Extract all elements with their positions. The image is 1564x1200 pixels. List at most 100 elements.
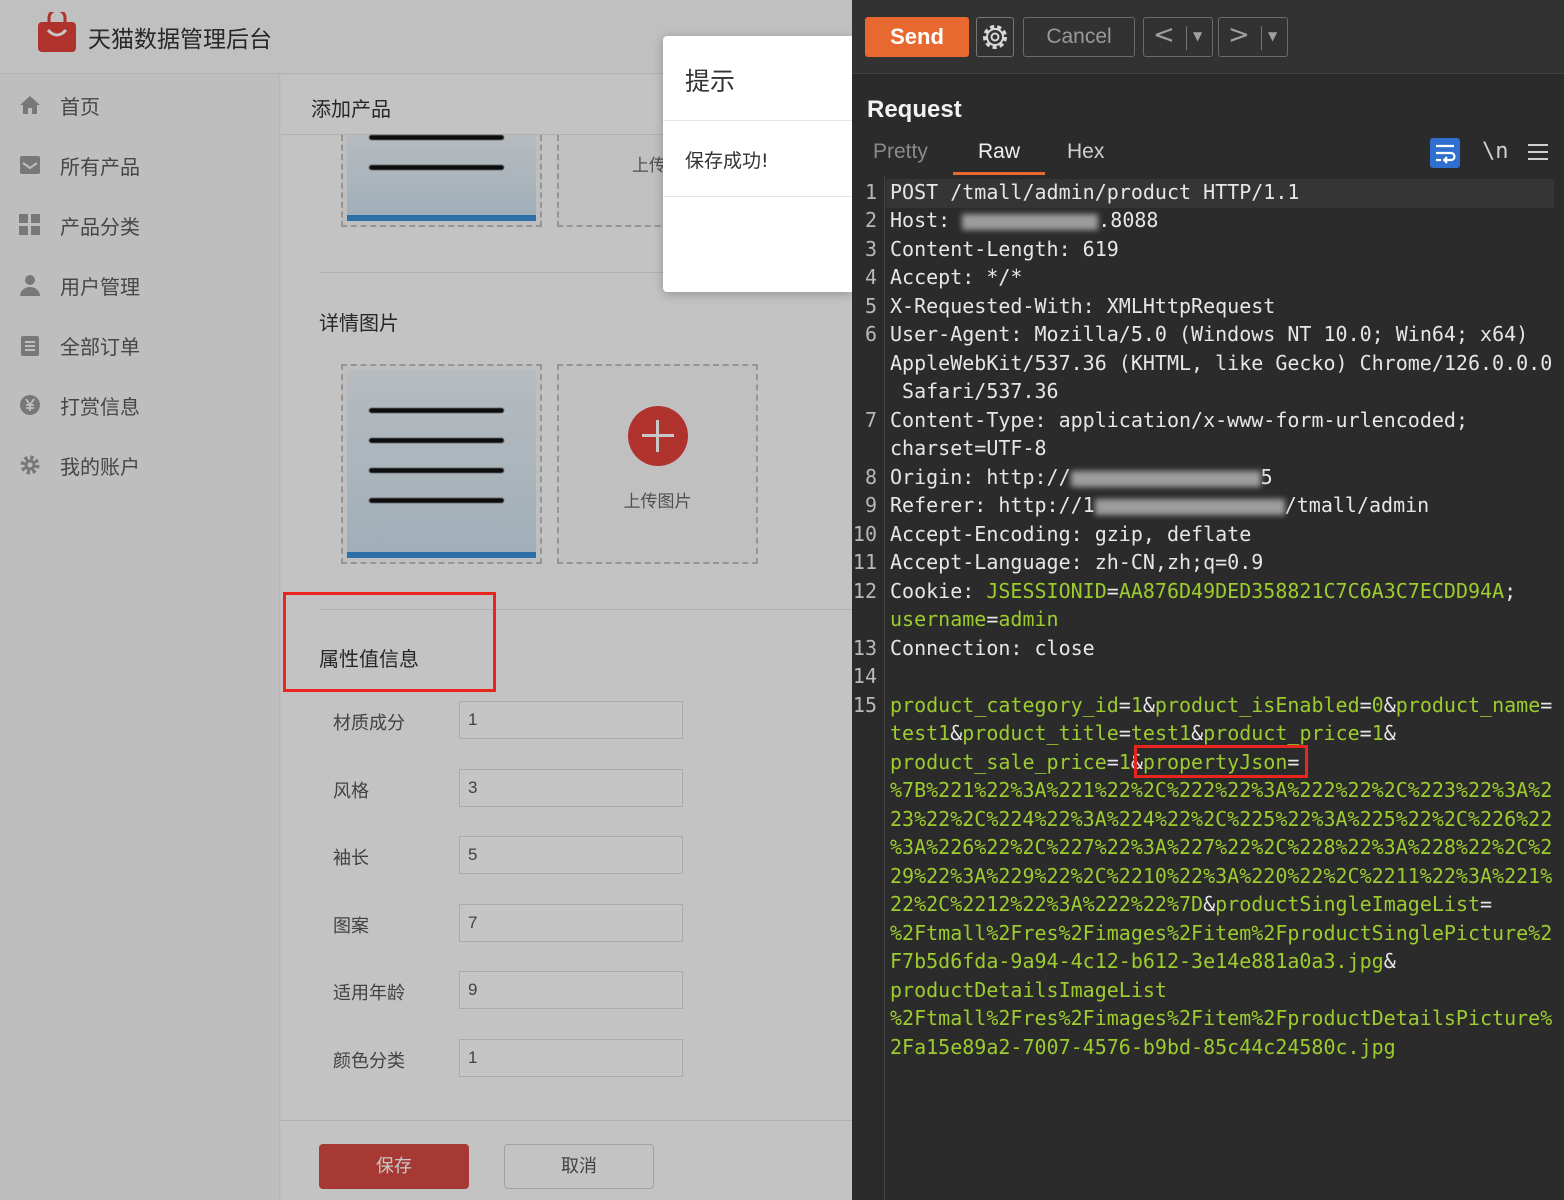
header-value: http:// — [986, 465, 1071, 489]
param-value: 1 — [1371, 721, 1384, 745]
param-name: product_name — [1395, 693, 1541, 717]
header-key: Content-Length — [890, 237, 1059, 261]
param-value: 22%2C%2212%22%3A%222%22%7D — [890, 892, 1204, 916]
param-value: test1 — [890, 721, 951, 745]
header-value: http://1 — [998, 493, 1095, 517]
param-name: product_isEnabled — [1154, 693, 1360, 717]
param-value: F7b5d6fda-9a94-4c12-b612-3e14e881a0a3.jp… — [890, 949, 1384, 973]
header-key: Cookie — [890, 579, 963, 603]
param-value: 1 — [1130, 693, 1143, 717]
header-line: X-Requested-With: XMLHttpRequest — [890, 294, 1276, 318]
menu-icon[interactable] — [1528, 141, 1548, 163]
header-key: Connection — [890, 636, 1011, 660]
body-line: 2Fa15e89a2-7007-4576-b9bd-85c44c24580c.j… — [890, 1035, 1396, 1059]
param-value: 1 — [1118, 750, 1131, 774]
request-editor[interactable]: 1 2 3 4 5 6 7 8 9 10 11 12 13 14 15 POST… — [852, 176, 1564, 1200]
param-name: productSingleImageList — [1215, 892, 1481, 916]
body-line: product_category_id=1&product_isEnabled=… — [890, 693, 1553, 717]
header-line-continuation: AppleWebKit/537.36 (KHTML, like Gecko) C… — [890, 351, 1553, 375]
history-back-button[interactable]: < ▼ — [1143, 17, 1213, 57]
body-line: F7b5d6fda-9a94-4c12-b612-3e14e881a0a3.jp… — [890, 949, 1396, 973]
send-button[interactable]: Send — [865, 17, 969, 57]
request-section-title: Request — [867, 96, 962, 123]
param-name: product_price — [1203, 721, 1360, 745]
header-line-cookie: Cookie: JSESSIONID=AA876D49DED358821C7C6… — [890, 579, 1517, 603]
settings-button[interactable] — [976, 17, 1014, 57]
line-number: 4 — [864, 265, 877, 289]
cancel-request-button[interactable]: Cancel — [1023, 17, 1135, 57]
header-value: application/x-www-form-urlencoded; — [1058, 408, 1468, 432]
header-key: Accept — [890, 265, 963, 289]
body-line: 22%2C%2212%22%3A%222%22%7D&productSingle… — [890, 892, 1493, 916]
header-value: XMLHttpRequest — [1106, 294, 1276, 318]
gear-icon — [983, 25, 1007, 49]
line-number: 8 — [864, 465, 877, 489]
redacted-blur — [1070, 470, 1261, 487]
header-line-continuation: username=admin — [890, 607, 1059, 631]
show-newlines-toggle[interactable]: \n — [1482, 139, 1509, 164]
header-line: Content-Length: 619 — [890, 237, 1119, 261]
annotation-highlight-box — [1134, 745, 1308, 778]
tab-pretty[interactable]: Pretty — [873, 140, 928, 164]
param-name: product_sale_price — [890, 750, 1107, 774]
header-key: Accept-Language — [890, 550, 1071, 574]
dialog-divider — [663, 196, 852, 197]
line-number: 11 — [852, 550, 877, 574]
body-line: 23%22%2C%224%22%3A%224%22%2C%225%22%3A%2… — [890, 807, 1553, 831]
header-key: User-Agent — [890, 322, 1011, 346]
param-name: product_title — [962, 721, 1119, 745]
body-line: productDetailsImageList — [890, 978, 1167, 1002]
body-line: 29%22%3A%229%22%2C%2210%22%3A%220%22%2C%… — [890, 864, 1553, 888]
header-value: close — [1034, 636, 1095, 660]
line-number-gutter: 1 2 3 4 5 6 7 8 9 10 11 12 13 14 15 — [852, 176, 885, 1200]
header-line-host: Host: .8088 — [890, 208, 1159, 232]
cookie-value: AA876D49DED358821C7C6A3C7ECDD94A — [1118, 579, 1505, 603]
admin-app: 天猫数据管理后台 首页 所有产品 产品分类 用户管理 全部订单 打赏信息 我的账… — [0, 0, 852, 1200]
line-number: 3 — [864, 237, 877, 261]
header-line: Connection: close — [890, 636, 1095, 660]
line-number: 7 — [864, 408, 877, 432]
body-line: %2Ftmall%2Fres%2Fimages%2Fitem%2Fproduct… — [890, 921, 1553, 945]
header-key: X-Requested-With — [890, 294, 1083, 318]
line-number: 5 — [864, 294, 877, 318]
redacted-blur — [962, 213, 1099, 230]
burp-repeater-panel: Send Cancel < ▼ > ▼ Request Pretty Raw H… — [852, 0, 1564, 1200]
header-value: */* — [986, 265, 1023, 289]
line-number: 9 — [864, 493, 877, 517]
body-line: test1&product_title=test1&product_price=… — [890, 721, 1396, 745]
param-name: product_category_id — [890, 693, 1119, 717]
chevron-left-icon: < — [1153, 20, 1175, 50]
history-forward-button[interactable]: > ▼ — [1218, 17, 1288, 57]
dropdown-arrow-icon[interactable]: ▼ — [1268, 29, 1277, 43]
active-tab-indicator — [953, 172, 1045, 175]
header-key: Origin — [890, 465, 963, 489]
line-number: 14 — [852, 664, 877, 688]
header-value: 5 — [1260, 465, 1273, 489]
header-value: Mozilla/5.0 (Windows NT 10.0; Win64; x64… — [1034, 322, 1529, 346]
tab-raw[interactable]: Raw — [978, 140, 1020, 164]
annotation-highlight-box — [283, 592, 496, 692]
header-line: Accept-Language: zh-CN,zh;q=0.9 — [890, 550, 1264, 574]
line-number: 1 — [864, 180, 877, 204]
tab-hex[interactable]: Hex — [1067, 140, 1104, 164]
dialog-divider — [663, 120, 852, 121]
header-line: Referer: http://1/tmall/admin — [890, 493, 1430, 517]
cookie-name: JSESSIONID — [986, 579, 1107, 603]
body-line: %7B%221%22%3A%221%22%2C%222%22%3A%222%22… — [890, 778, 1553, 802]
word-wrap-toggle-icon[interactable] — [1430, 138, 1460, 168]
header-key: Host — [890, 208, 939, 232]
line-number: 13 — [852, 636, 877, 660]
param-value: test1 — [1130, 721, 1192, 745]
header-line-continuation: Safari/537.36 — [890, 379, 1059, 403]
header-key: Accept-Encoding — [890, 522, 1071, 546]
dropdown-arrow-icon[interactable]: ▼ — [1193, 29, 1202, 43]
header-line-continuation: charset=UTF-8 — [890, 436, 1047, 460]
header-key: Content-Type — [890, 408, 1035, 432]
header-line: Accept: */* — [890, 265, 1023, 289]
header-key: Referer — [890, 493, 975, 517]
line-number: 2 — [864, 208, 877, 232]
cookie-name: username — [890, 607, 987, 631]
redacted-blur — [1094, 498, 1285, 515]
chevron-right-icon: > — [1228, 20, 1250, 50]
line-number: 15 — [852, 693, 877, 717]
